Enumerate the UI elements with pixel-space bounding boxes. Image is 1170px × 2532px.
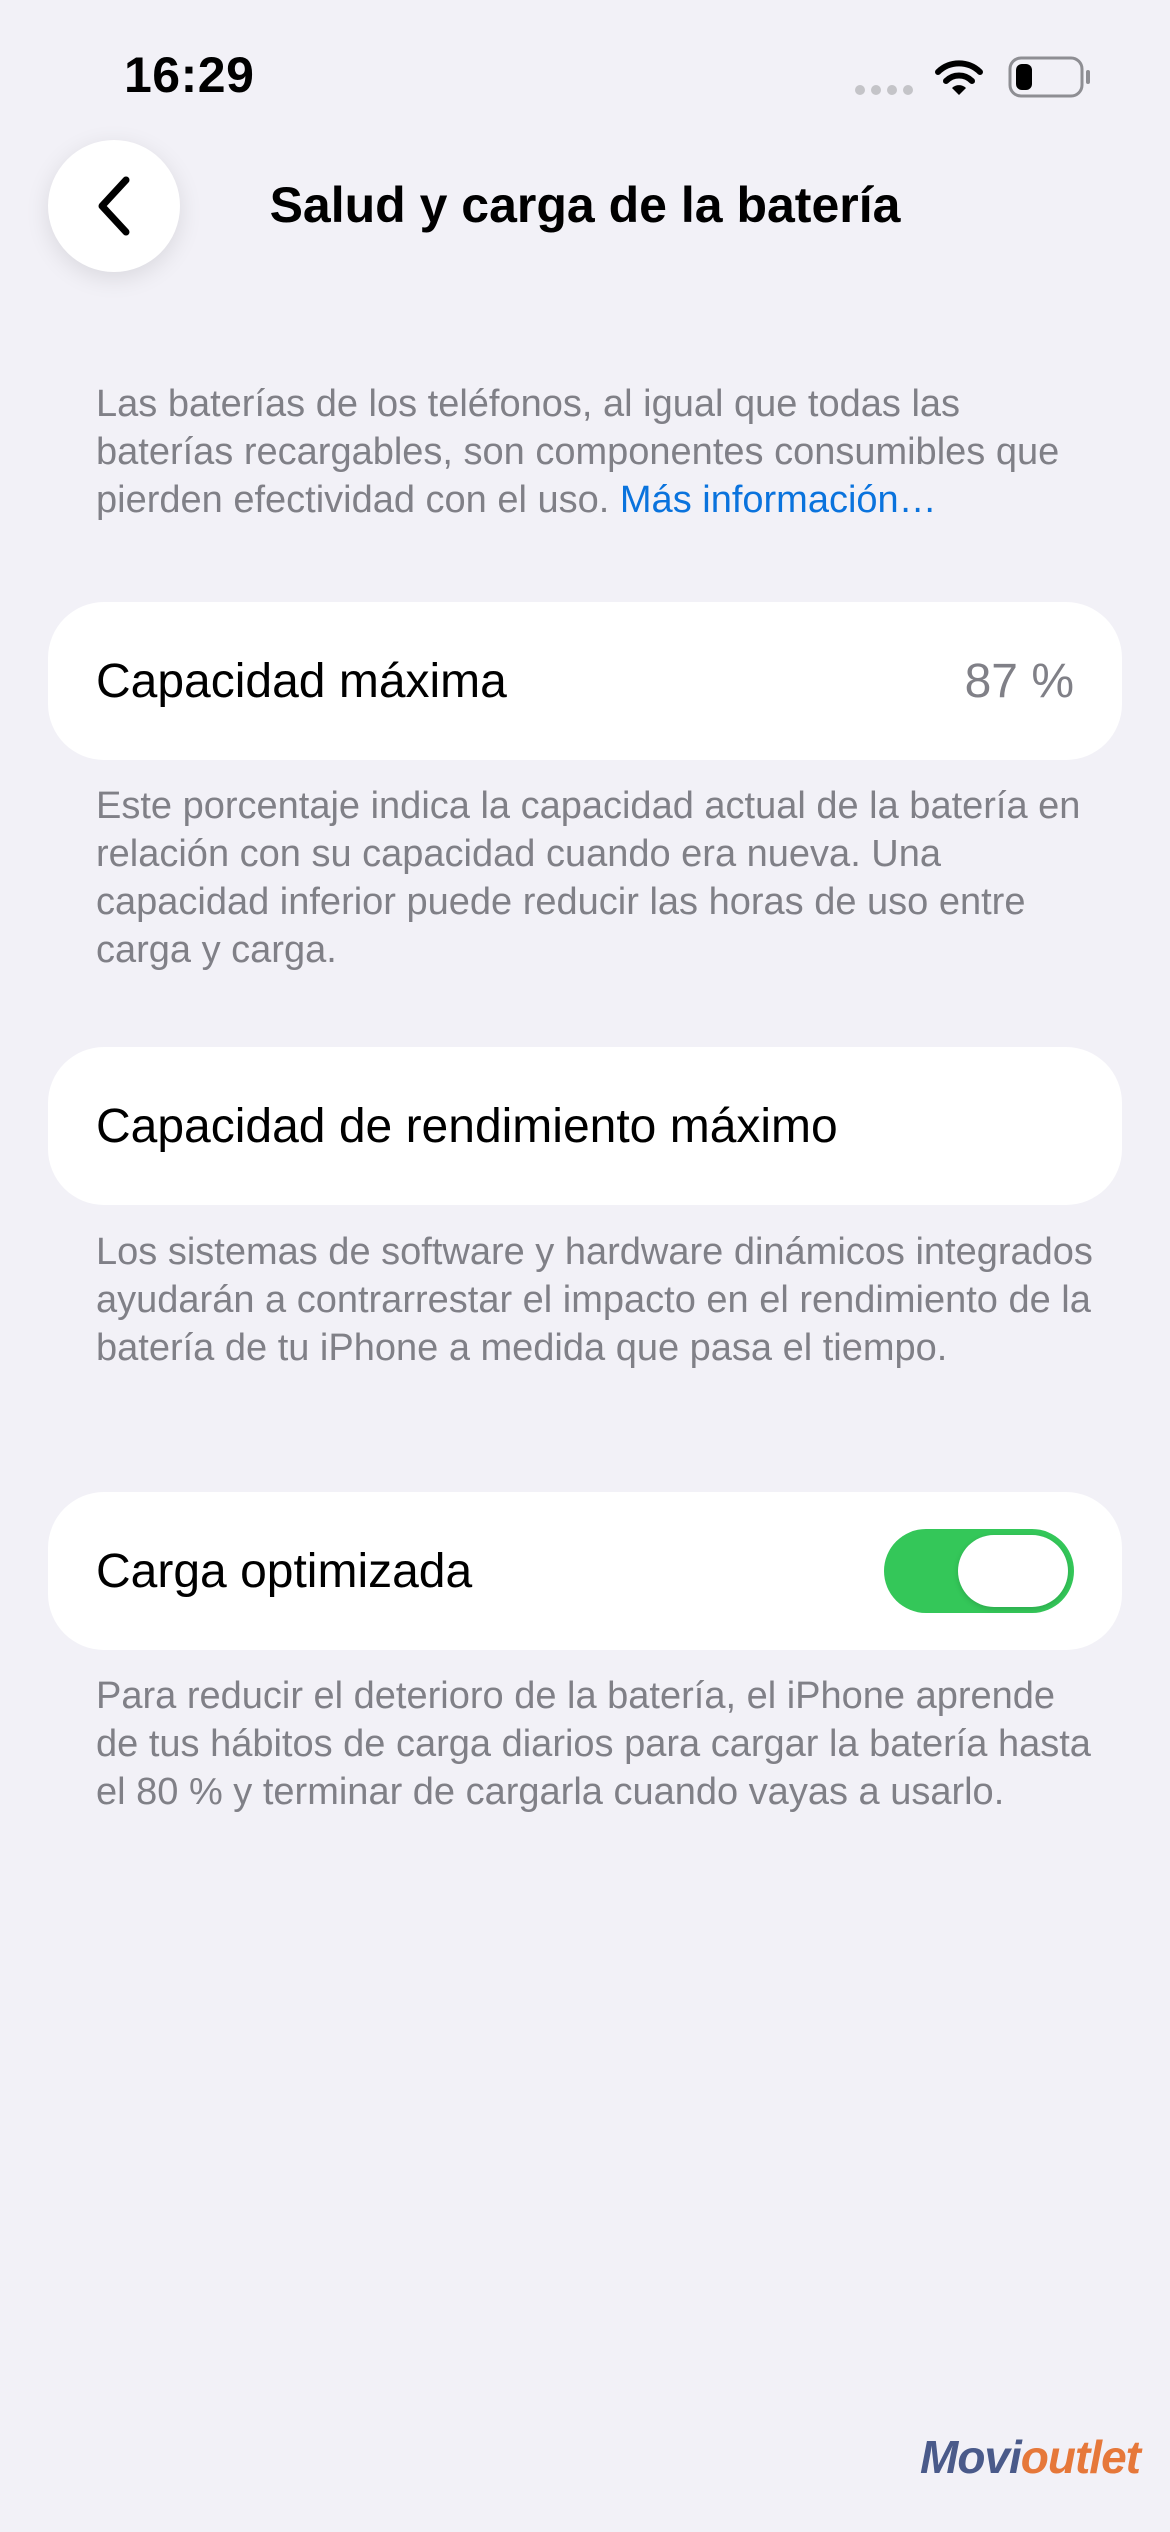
watermark-logo: Movioutlet [920, 2430, 1141, 2484]
optimized-charging-row: Carga optimizada [48, 1492, 1122, 1650]
watermark-part2: outlet [1020, 2431, 1141, 2483]
status-time: 16:29 [124, 47, 255, 103]
toggle-knob [958, 1535, 1068, 1607]
max-capacity-row: Capacidad máxima 87 % [48, 602, 1122, 760]
optimized-charging-label: Carga optimizada [96, 1544, 473, 1598]
peak-performance-label: Capacidad de rendimiento máximo [96, 1099, 838, 1153]
watermark-part1: Movi [920, 2431, 1022, 2483]
max-capacity-description: Este porcentaje indica la capacidad actu… [96, 785, 1081, 971]
more-info-link[interactable]: Más información… [620, 479, 937, 521]
peak-performance-row: Capacidad de rendimiento máximo [48, 1047, 1122, 1205]
max-capacity-label: Capacidad máxima [96, 654, 507, 708]
battery-low-icon [1008, 56, 1090, 98]
signal-dots-icon [855, 85, 913, 95]
peak-performance-description: Los sistemas de software y hardware diná… [96, 1231, 1093, 1369]
wifi-icon [935, 60, 983, 95]
page-title: Salud y carga de la batería [269, 177, 901, 233]
intro-description: Las baterías de los teléfonos, al igual … [96, 380, 1096, 524]
optimized-charging-description: Para reducir el deterioro de la batería,… [96, 1675, 1091, 1813]
optimized-charging-toggle[interactable] [884, 1529, 1074, 1613]
max-capacity-value: 87 % [964, 654, 1074, 708]
